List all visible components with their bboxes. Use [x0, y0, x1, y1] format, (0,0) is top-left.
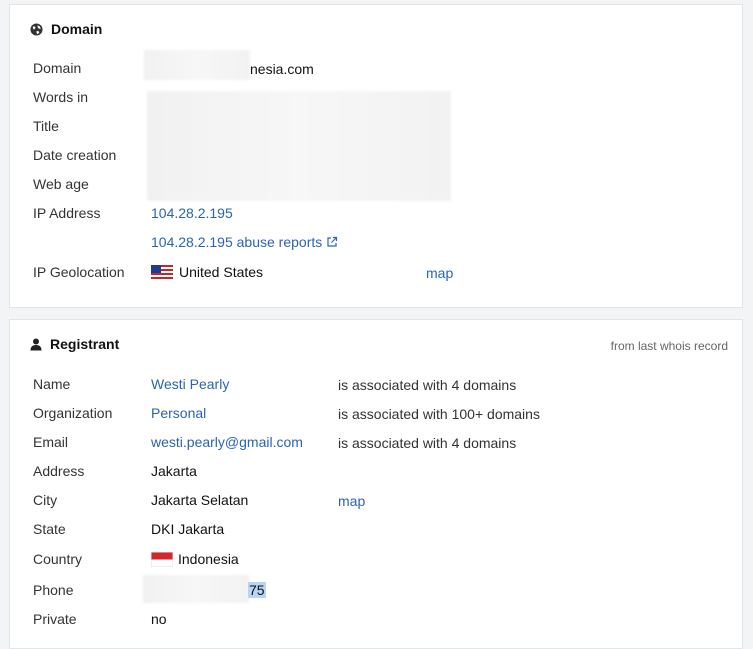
registrant-card: Registrant from last whois record Name W… [9, 319, 743, 649]
web-age-label: Web age [33, 176, 89, 192]
private-row: Private no [33, 609, 167, 629]
globe-icon [30, 22, 43, 36]
organization-association: is associated with 100+ domains [338, 406, 540, 422]
address-row: Address Jakarta [33, 461, 197, 481]
redacted-info-blur [147, 91, 451, 201]
domain-value: nesia.com [250, 61, 314, 77]
city-row: City Jakarta Selatan [33, 490, 248, 510]
name-row: Name Westi Pearly [33, 374, 229, 394]
geolocation-map-link[interactable]: map [426, 265, 453, 281]
external-link-icon[interactable] [326, 236, 338, 248]
email-association: is associated with 4 domains [338, 435, 517, 451]
city-label: City [33, 492, 58, 508]
registrant-card-header: Registrant [30, 336, 119, 352]
phone-value: 75 [248, 582, 266, 598]
country-row: Country Indonesia [33, 549, 239, 569]
indonesia-flag-icon [151, 551, 173, 567]
user-icon [30, 338, 42, 350]
email-link[interactable]: westi.pearly@gmail.com [151, 434, 303, 450]
name-label: Name [33, 376, 71, 392]
redacted-phone-blur [143, 575, 249, 603]
ip-geolocation-label: IP Geolocation [33, 264, 125, 280]
ip-address-label: IP Address [33, 205, 101, 221]
abuse-reports-link[interactable]: 104.28.2.195 abuse reports [151, 234, 322, 250]
state-label: State [33, 521, 66, 537]
country-label: Country [33, 551, 83, 567]
us-flag-icon [151, 264, 173, 280]
phone-label: Phone [33, 582, 74, 598]
city-map-link[interactable]: map [338, 493, 365, 509]
address-label: Address [33, 463, 85, 479]
abuse-reports-row: 104.28.2.195 abuse reports [151, 232, 338, 252]
date-creation-row: Date creation [33, 145, 151, 165]
state-value: DKI Jakarta [151, 521, 225, 537]
ip-address-row: IP Address 104.28.2.195 [33, 203, 233, 223]
title-row: Title [33, 116, 151, 136]
state-row: State DKI Jakarta [33, 519, 224, 539]
private-label: Private [33, 611, 77, 627]
ip-address-link[interactable]: 104.28.2.195 [151, 205, 233, 221]
registrant-card-title: Registrant [50, 336, 120, 352]
name-association: is associated with 4 domains [338, 377, 517, 393]
words-label: Words in [33, 89, 88, 105]
address-value: Jakarta [151, 463, 197, 479]
words-row: Words in [33, 87, 151, 107]
email-row: Email westi.pearly@gmail.com [33, 432, 303, 452]
domain-card-header: Domain [30, 21, 102, 37]
title-label: Title [33, 118, 59, 134]
redacted-domain-blur [144, 50, 250, 80]
ip-geolocation-value: United States [179, 264, 264, 280]
phone-row: Phone [33, 580, 151, 600]
web-age-row: Web age [33, 174, 151, 194]
whois-record-note: from last whois record [610, 339, 728, 353]
email-label: Email [33, 434, 69, 450]
name-link[interactable]: Westi Pearly [151, 376, 229, 392]
organization-row: Organization Personal [33, 403, 206, 423]
domain-row: Domain [33, 58, 151, 78]
date-creation-label: Date creation [33, 147, 117, 163]
domain-card: Domain Domain nesia.com Words in Title D… [9, 4, 743, 308]
city-value: Jakarta Selatan [151, 492, 249, 508]
domain-label: Domain [33, 60, 82, 76]
private-value: no [151, 611, 167, 627]
organization-link[interactable]: Personal [151, 405, 206, 421]
ip-geolocation-row: IP Geolocation United States [33, 262, 263, 282]
domain-card-title: Domain [51, 21, 103, 37]
organization-label: Organization [33, 405, 113, 421]
country-value: Indonesia [178, 551, 239, 567]
